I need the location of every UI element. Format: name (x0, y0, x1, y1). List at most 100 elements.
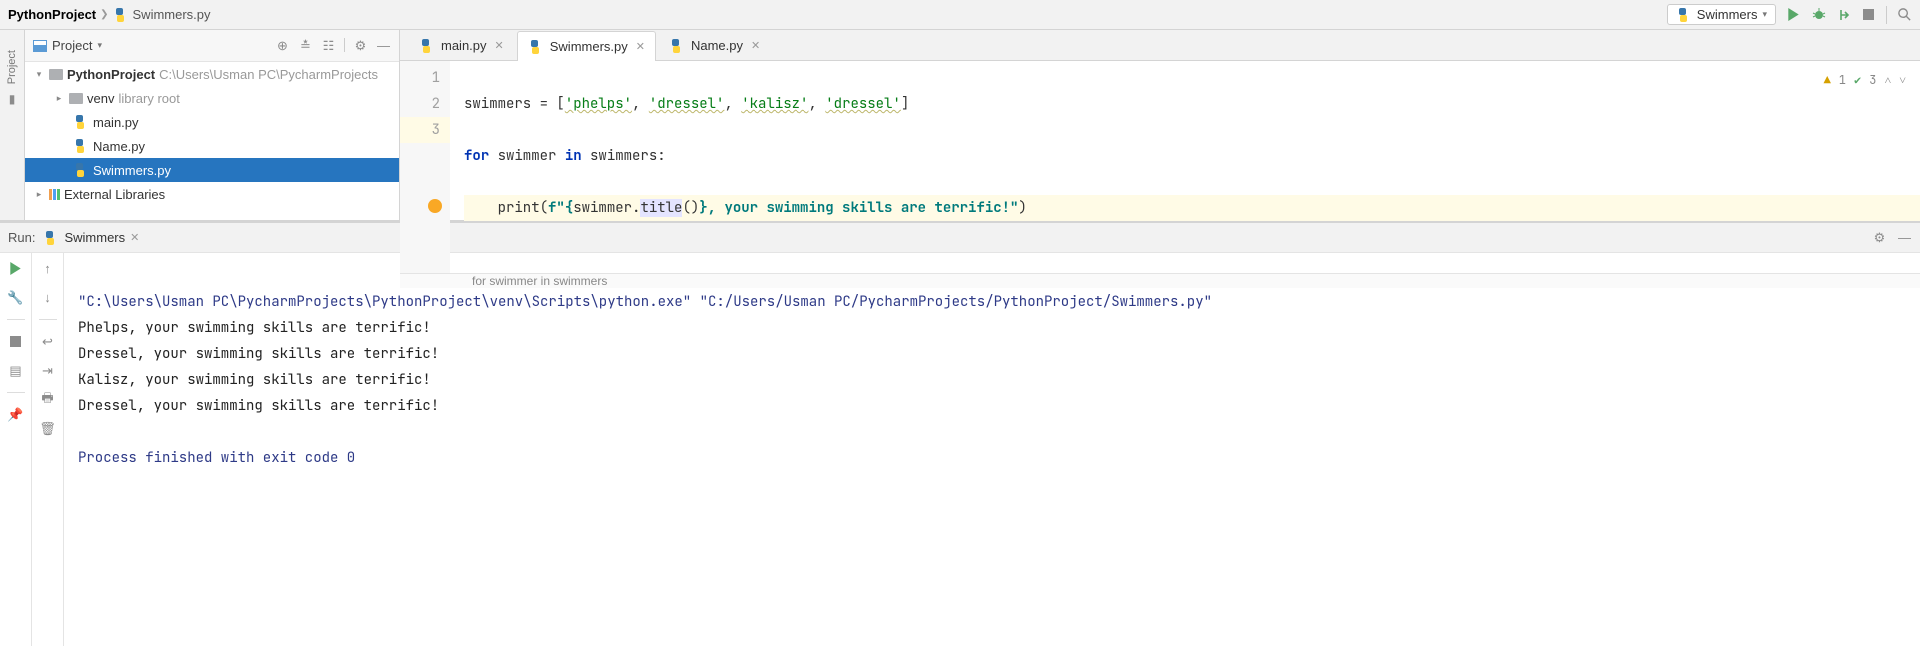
chevron-down-icon: ▾ (1762, 9, 1767, 20)
python-file-icon (43, 231, 57, 245)
check-icon[interactable]: ✔ (1854, 67, 1861, 93)
close-icon[interactable]: ✕ (751, 39, 760, 52)
project-tool-label[interactable]: Project (6, 50, 18, 84)
code-line[interactable]: print(f"{swimmer.title()}, your swimming… (464, 195, 1920, 221)
code-content[interactable]: swimmers = ['phelps', 'dressel', 'kalisz… (450, 61, 1920, 273)
tree-file-main[interactable]: main.py (25, 110, 399, 134)
tree-external-libraries[interactable]: ▸ External Libraries (25, 182, 399, 206)
output-exit: Process finished with exit code 0 (78, 449, 355, 467)
tree-file-swimmers[interactable]: Swimmers.py (25, 158, 399, 182)
tab-label: Swimmers.py (550, 39, 628, 54)
chevron-right-icon[interactable]: ▸ (33, 189, 45, 200)
output-line: Kalisz, your swimming skills are terrifi… (78, 371, 431, 389)
close-icon[interactable]: ✕ (130, 231, 139, 244)
tab-main[interactable]: main.py ✕ (408, 30, 515, 60)
pin-icon[interactable]: 📌 (8, 407, 23, 422)
up-arrow-icon[interactable]: ↑ (40, 261, 55, 276)
gear-icon[interactable]: ⚙ (353, 38, 368, 53)
close-icon[interactable]: ✕ (495, 39, 504, 52)
stop-button[interactable] (1861, 7, 1876, 22)
print-icon[interactable]: 🖶 (40, 392, 55, 407)
stop-button[interactable] (8, 334, 23, 349)
hide-icon[interactable]: — (376, 38, 391, 53)
tab-name[interactable]: Name.py ✕ (658, 30, 771, 60)
project-panel-title[interactable]: Project ▾ (33, 38, 102, 53)
project-panel-actions: ⊕ ≛ ☷ ⚙ — (275, 38, 391, 53)
line-gutter[interactable]: 1 2 3 (400, 61, 450, 273)
run-tab[interactable]: Swimmers ✕ (43, 230, 139, 245)
tree-root-path: C:\Users\Usman PC\PycharmProjects (159, 67, 378, 82)
python-file-icon (1676, 8, 1690, 22)
run-tab-label: Swimmers (64, 230, 125, 245)
run-with-coverage-button[interactable] (1836, 7, 1851, 22)
inspection-widget[interactable]: ▲ 1 ✔ 3 ˄ ˅ (1824, 67, 1906, 93)
chevron-down-icon: ▾ (97, 40, 102, 51)
project-panel: Project ▾ ⊕ ≛ ☷ ⚙ — ▾ PythonProject C:\U… (25, 30, 400, 220)
project-panel-header: Project ▾ ⊕ ≛ ☷ ⚙ — (25, 30, 399, 62)
collapse-all-icon[interactable]: ☷ (321, 38, 336, 53)
down-arrow-icon[interactable]: ↓ (40, 290, 55, 305)
warning-icon[interactable]: ▲ (1824, 67, 1831, 93)
tree-file-name[interactable]: Name.py (25, 134, 399, 158)
bulb-icon[interactable] (428, 199, 442, 213)
breadcrumb[interactable]: PythonProject ❯ Swimmers.py (8, 7, 211, 22)
left-tool-strip[interactable]: Project ▮ (0, 30, 25, 220)
code-editor[interactable]: ▲ 1 ✔ 3 ˄ ˅ 1 2 3 swimmers = ['phelps', 'd… (400, 61, 1920, 273)
run-body: 🔧 ▤ 📌 ↑ ↓ ↩ ⇥ 🖶 🗑 "C:\Users\Usman PC\Pyc… (0, 253, 1920, 646)
chevron-down-icon[interactable]: ˅ (1899, 67, 1906, 93)
soft-wrap-icon[interactable]: ↩ (40, 334, 55, 349)
locate-icon[interactable]: ⊕ (275, 38, 290, 53)
tab-swimmers[interactable]: Swimmers.py ✕ (517, 31, 656, 61)
trash-icon[interactable]: 🗑 (40, 421, 55, 436)
editor-area: main.py ✕ Swimmers.py ✕ Name.py ✕ ▲ 1 ✔ 3 ˄ ˅… (400, 30, 1920, 220)
code-line[interactable]: swimmers = ['phelps', 'dressel', 'kalisz… (464, 91, 1920, 117)
chevron-right-icon[interactable]: ▸ (53, 93, 65, 104)
warning-count: 1 (1839, 67, 1846, 93)
separator (7, 392, 25, 393)
run-config-selector[interactable]: Swimmers ▾ (1667, 4, 1776, 25)
expand-all-icon[interactable]: ≛ (298, 38, 313, 53)
output-line: Dressel, your swimming skills are terrif… (78, 345, 439, 363)
output-line: Phelps, your swimming skills are terrifi… (78, 319, 431, 337)
close-icon[interactable]: ✕ (636, 40, 645, 53)
project-panel-label: Project (52, 38, 92, 53)
chevron-up-icon[interactable]: ˄ (1884, 67, 1891, 93)
ok-count: 3 (1869, 67, 1876, 93)
tree-venv-note: library root (118, 91, 179, 106)
wrench-icon[interactable]: 🔧 (8, 290, 23, 305)
breadcrumb-file[interactable]: Swimmers.py (133, 7, 211, 22)
breadcrumb-project[interactable]: PythonProject (8, 7, 96, 22)
debug-button[interactable] (1811, 7, 1826, 22)
tree-project-root[interactable]: ▾ PythonProject C:\Users\Usman PC\Pychar… (25, 62, 399, 86)
libraries-icon (49, 189, 60, 200)
rerun-button[interactable] (8, 261, 23, 276)
separator (1886, 6, 1887, 24)
separator (39, 319, 57, 320)
project-tree[interactable]: ▾ PythonProject C:\Users\Usman PC\Pychar… (25, 62, 399, 206)
python-file-icon (669, 39, 683, 53)
run-output[interactable]: "C:\Users\Usman PC\PycharmProjects\Pytho… (64, 253, 1920, 646)
tree-venv[interactable]: ▸ venv library root (25, 86, 399, 110)
python-file-icon (73, 139, 87, 153)
chevron-down-icon[interactable]: ▾ (33, 69, 45, 80)
project-view-icon (33, 40, 47, 52)
tree-file-label: Name.py (93, 139, 145, 154)
run-tool-window: Run: Swimmers ✕ ⚙ — 🔧 ▤ 📌 ↑ ↓ ↩ ⇥ (0, 220, 1920, 646)
folder-icon: ▮ (9, 92, 16, 106)
tree-root-name: PythonProject (67, 67, 155, 82)
run-button[interactable] (1786, 7, 1801, 22)
scroll-to-end-icon[interactable]: ⇥ (40, 363, 55, 378)
python-file-icon (528, 40, 542, 54)
python-file-icon (73, 163, 87, 177)
separator (344, 38, 345, 52)
search-icon[interactable] (1897, 7, 1912, 22)
tab-label: Name.py (691, 38, 743, 53)
layout-icon[interactable]: ▤ (8, 363, 23, 378)
line-number: 3 (400, 117, 450, 143)
code-line[interactable]: for swimmer in swimmers: (464, 143, 1920, 169)
output-command: "C:\Users\Usman PC\PycharmProjects\Pytho… (78, 293, 1212, 311)
toolbar-right: Swimmers ▾ (1667, 4, 1912, 25)
editor-tabs: main.py ✕ Swimmers.py ✕ Name.py ✕ (400, 30, 1920, 61)
tree-file-label: Swimmers.py (93, 163, 171, 178)
tab-label: main.py (441, 38, 487, 53)
